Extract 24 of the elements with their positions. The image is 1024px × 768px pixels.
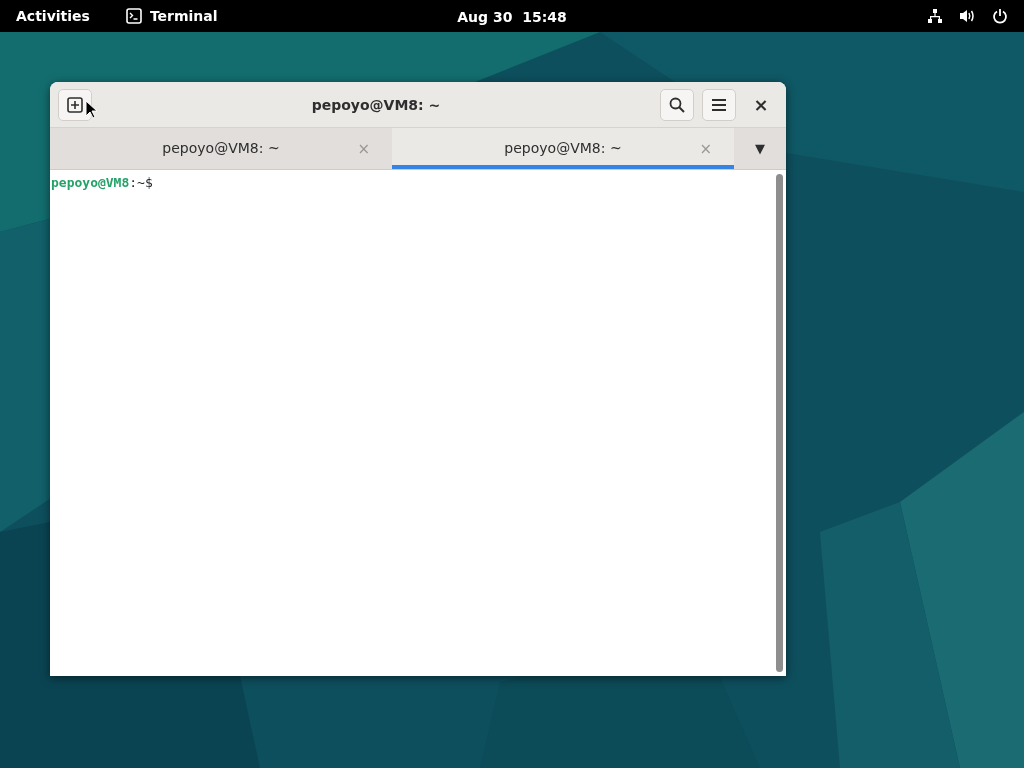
search-icon [669,96,685,113]
prompt-path: :~$ [129,175,153,190]
plus-icon [67,96,83,113]
tab[interactable]: pepoyo@VM8: ~ × [50,128,392,169]
window-title: pepoyo@VM8: ~ [311,96,441,113]
app-menu[interactable]: Terminal [149,5,218,27]
power-icon[interactable] [992,8,1008,24]
terminal-icon [125,8,142,24]
menu-button[interactable] [702,88,736,121]
tab-list-button[interactable]: ▼ [734,128,786,169]
activities-button[interactable]: Activities [16,5,90,27]
volume-icon[interactable] [959,8,976,24]
new-tab-button[interactable] [58,88,92,121]
prompt-user-host: pepoyo@VM8 [51,175,130,190]
menu-icon [711,97,727,112]
search-button[interactable] [660,88,694,121]
network-icon[interactable] [927,8,943,24]
tab-label: pepoyo@VM8: ~ [504,139,622,158]
clock[interactable]: Aug 30 15:48 [457,7,567,28]
close-button[interactable]: × [744,94,778,115]
scrollbar[interactable] [776,174,783,672]
tab[interactable]: pepoyo@VM8: ~ × [392,128,734,169]
cursor-icon [85,100,97,119]
tab-label: pepoyo@VM8: ~ [162,139,280,158]
